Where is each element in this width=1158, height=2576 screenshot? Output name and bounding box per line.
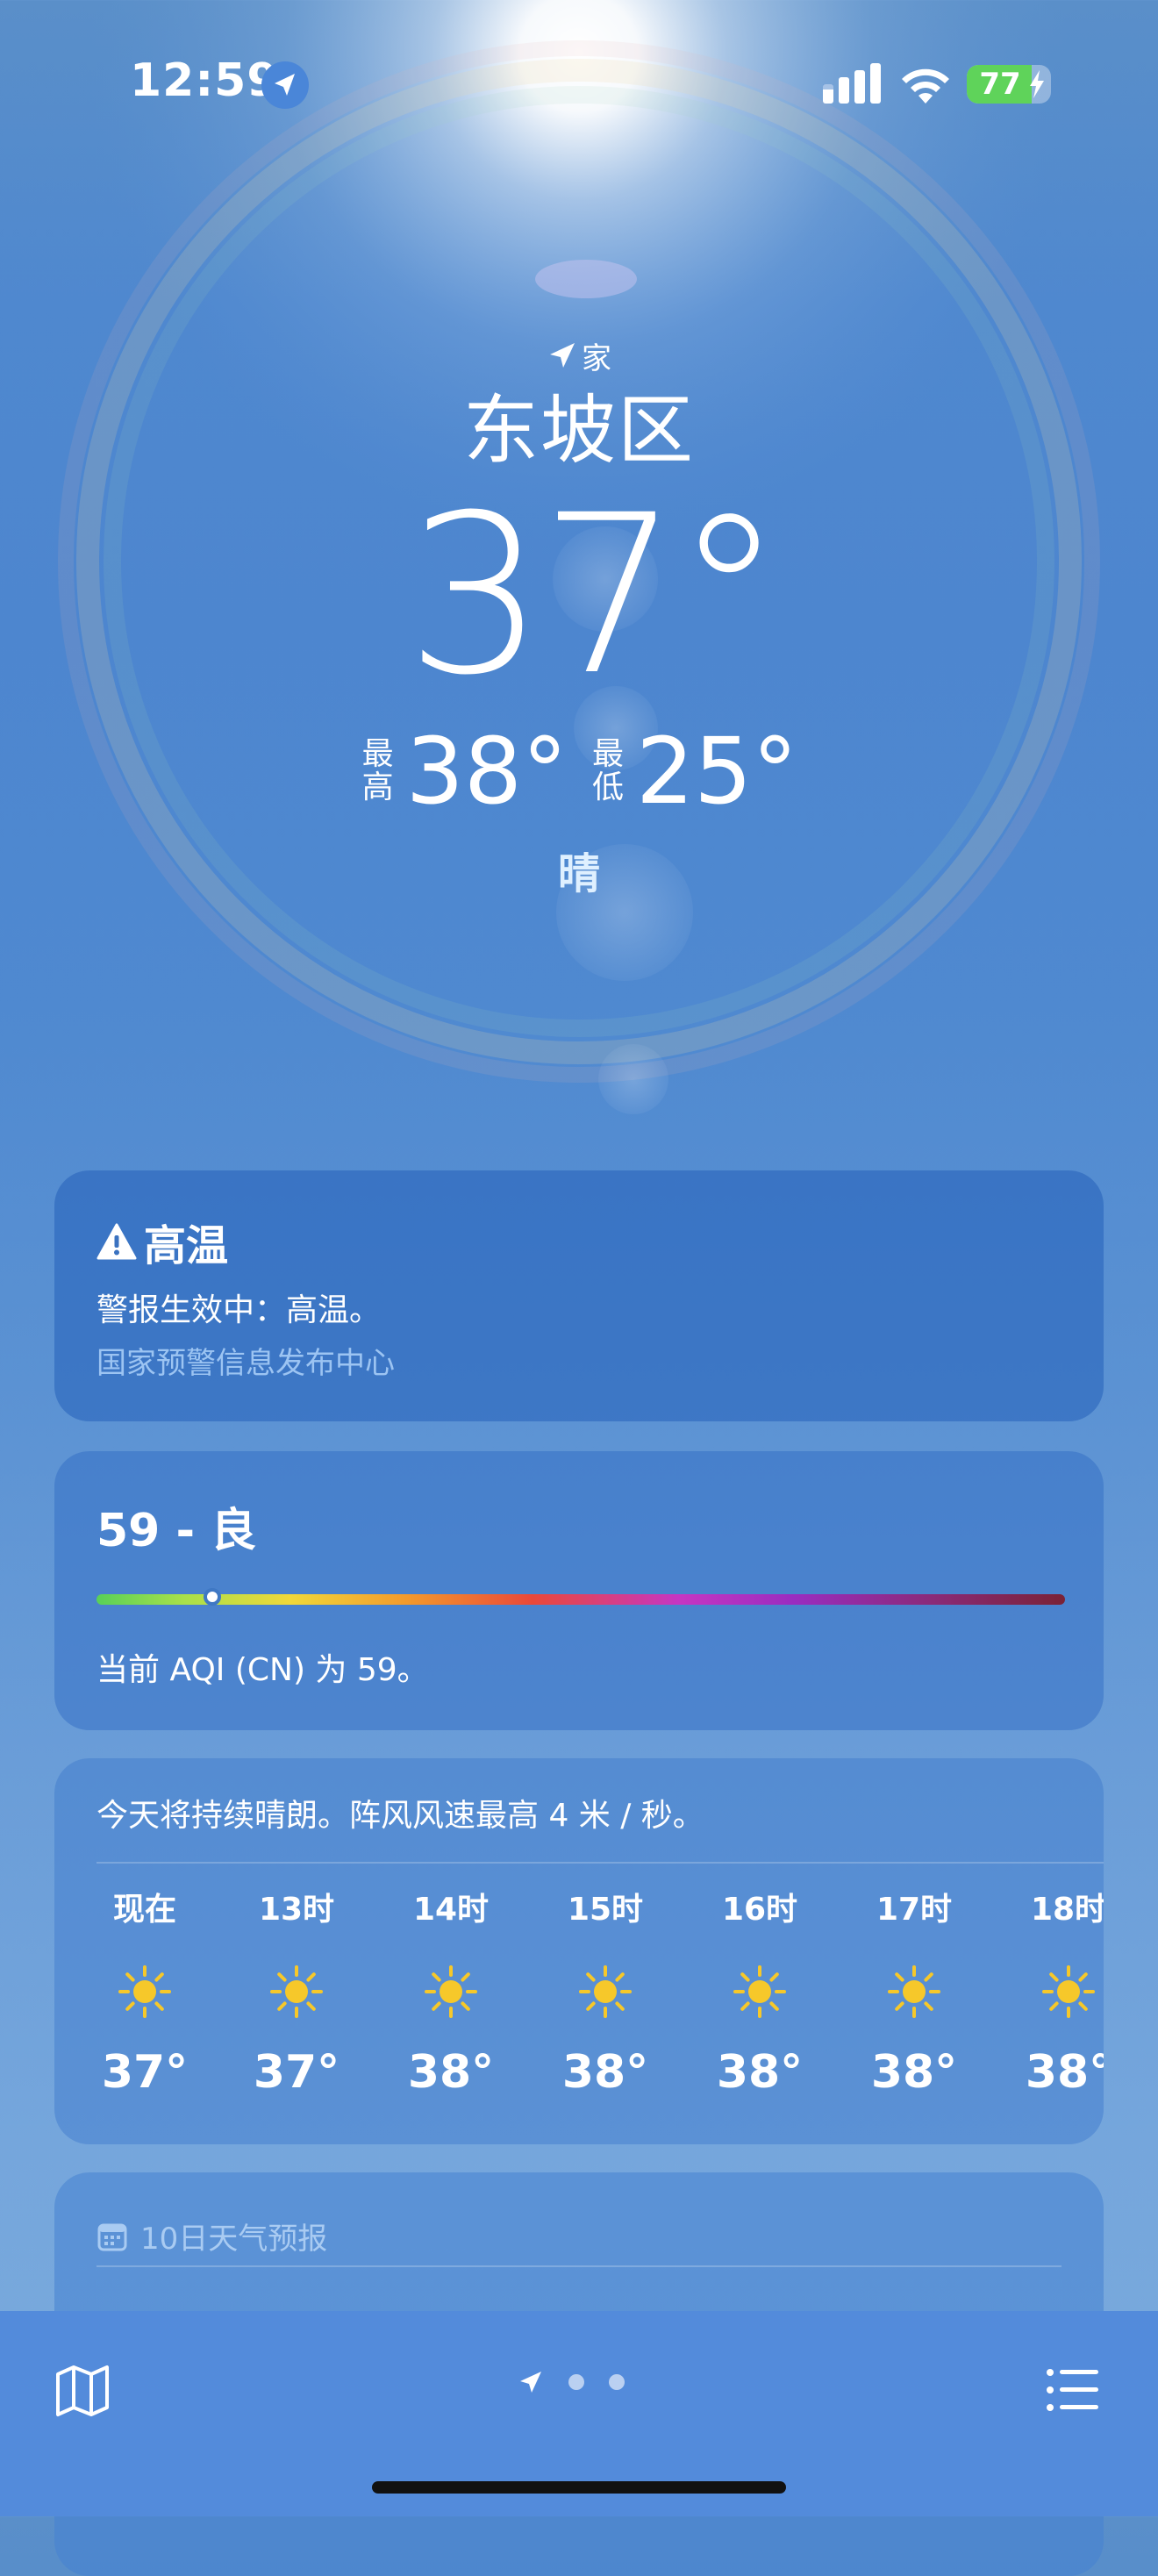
hour-column: 13时 37° <box>219 1888 374 2100</box>
hour-temp: 38° <box>716 2046 804 2099</box>
home-indicator[interactable] <box>372 2481 786 2494</box>
bottom-toolbar <box>0 2311 1158 2516</box>
list-icon[interactable] <box>1046 2367 1100 2413</box>
page-dot[interactable] <box>609 2374 625 2390</box>
hour-label: 16时 <box>721 1892 798 1928</box>
battery-charging-icon: 77 <box>967 65 1051 104</box>
weather-condition: 晴 <box>557 849 600 898</box>
hour-column: 14时 38° <box>374 1888 528 2100</box>
daily-header: 10日天气预报 <box>96 2215 327 2258</box>
alert-source: 国家预警信息发布中心 <box>96 1346 395 1381</box>
sun-icon <box>1040 1964 1097 2020</box>
daily-title: 10日天气预报 <box>140 2222 328 2257</box>
low-temp-group: 最低 25° <box>590 723 797 819</box>
hour-label: 现在 <box>112 1892 176 1928</box>
high-temp-group: 最高 38° <box>361 723 568 819</box>
aqi-scale-bar <box>96 1588 1065 1606</box>
high-label: 最高 <box>361 736 394 805</box>
wifi-icon <box>902 68 949 104</box>
low-temp: 25° <box>636 718 798 825</box>
cellular-signal-icon <box>823 63 881 104</box>
sun-icon <box>117 1964 173 2020</box>
hour-temp: 37° <box>253 2046 340 2099</box>
status-time: 12:59 <box>130 54 280 107</box>
hour-column: 17时 38° <box>837 1888 991 2100</box>
hour-temp: 38° <box>561 2046 649 2099</box>
calendar-icon <box>97 2223 127 2250</box>
home-label: 家 <box>582 340 611 376</box>
page-dot[interactable] <box>568 2374 584 2390</box>
city-name: 东坡区 <box>463 387 695 475</box>
location-arrow-icon <box>550 343 575 368</box>
hour-temp: 38° <box>870 2046 958 2099</box>
current-temperature: 37° <box>405 468 783 723</box>
map-icon[interactable] <box>54 2364 111 2418</box>
hourly-row[interactable]: 现在 37° 13时 37° 14时 38° 15时 38° 16时 38° 17时 38° 18时 38… <box>96 1888 1104 2100</box>
high-low-row: 最高 38° 最低 25° <box>0 723 1158 819</box>
divider <box>96 2265 1062 2267</box>
hour-label: 13时 <box>258 1892 335 1928</box>
hour-label: 18时 <box>1030 1892 1104 1928</box>
sun-icon <box>886 1964 942 2020</box>
alert-title: 高温 <box>144 1221 229 1270</box>
hour-temp: 38° <box>1025 2046 1104 2099</box>
heat-alert-card[interactable]: 高温 警报生效中：高温。 国家预警信息发布中心 <box>54 1170 1104 1421</box>
high-temp: 38° <box>405 718 568 825</box>
location-arrow-icon <box>261 61 309 109</box>
hourly-forecast-card[interactable]: 今天将持续晴朗。阵风风速最高 4 米 / 秒。 现在 37° 13时 37° 14时 38… <box>54 1758 1104 2144</box>
status-bar: 12:59 77 <box>0 0 1158 167</box>
hourly-summary: 今天将持续晴朗。阵风风速最高 4 米 / 秒。 <box>96 1798 704 1834</box>
alert-body: 警报生效中：高温。 <box>96 1292 382 1328</box>
hour-temp: 38° <box>407 2046 495 2099</box>
battery-level: 77 <box>979 67 1021 102</box>
hour-label: 14时 <box>412 1892 490 1928</box>
aqi-indicator <box>204 1588 222 1606</box>
hour-column: 16时 38° <box>683 1888 837 2100</box>
hour-column: 18时 38° <box>991 1888 1104 2100</box>
low-label: 最低 <box>591 736 624 805</box>
aqi-value: 59 - 良 <box>96 1505 257 1557</box>
sun-icon <box>732 1964 788 2020</box>
sun-icon <box>268 1964 325 2020</box>
page-indicator[interactable] <box>518 2369 625 2395</box>
weather-header: 家 东坡区 37° 最高 38° 最低 25° 晴 <box>0 333 1158 900</box>
aqi-description: 当前 AQI (CN) 为 59。 <box>96 1652 429 1688</box>
alert-title-row: 高温 <box>96 1211 228 1272</box>
divider <box>96 1862 1104 1864</box>
hour-label: 17时 <box>876 1892 953 1928</box>
sun-icon <box>423 1964 479 2020</box>
sun-icon <box>577 1964 633 2020</box>
hour-column: 现在 37° <box>70 1888 219 2100</box>
hour-temp: 37° <box>101 2046 189 2099</box>
location-arrow-icon[interactable] <box>518 2369 544 2395</box>
hour-column: 15时 38° <box>528 1888 683 2100</box>
hour-label: 15时 <box>567 1892 644 1928</box>
air-quality-card[interactable]: 59 - 良 当前 AQI (CN) 为 59。 <box>54 1451 1104 1730</box>
home-location-row: 家 <box>0 333 1158 377</box>
warning-icon <box>96 1223 137 1260</box>
charging-bolt-icon <box>1030 70 1044 98</box>
